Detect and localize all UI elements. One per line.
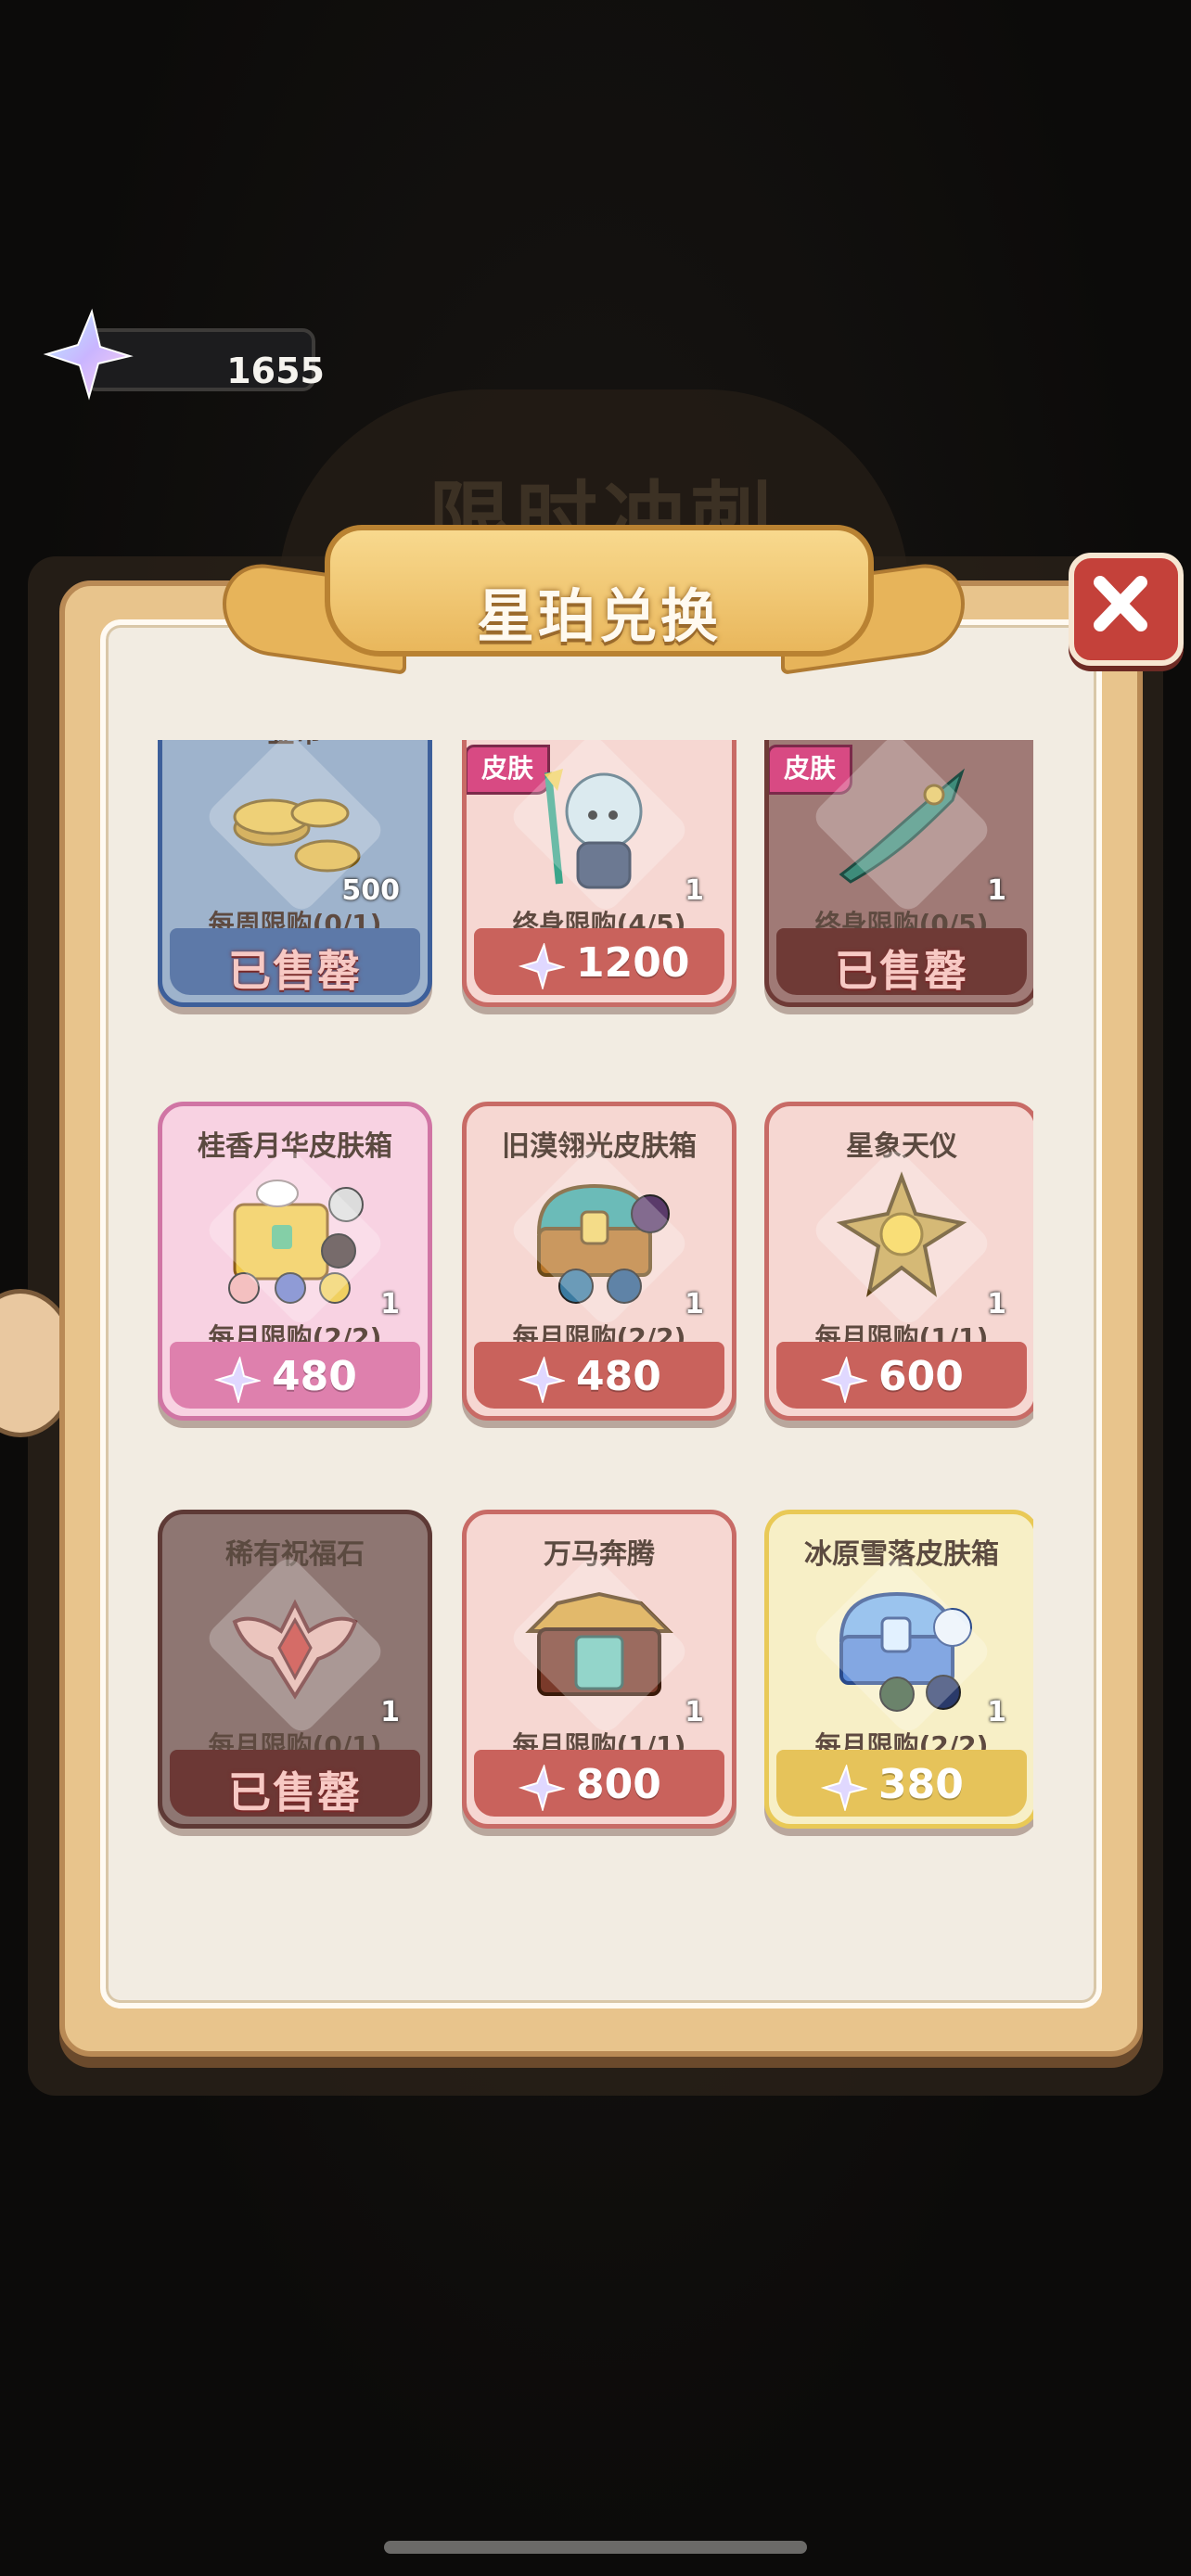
sold-out-bar: 已售罄 — [170, 1750, 420, 1817]
star-crystal-icon — [43, 308, 134, 401]
sold-out-label: 已售罄 — [228, 1767, 362, 1817]
item-quantity: 1 — [380, 1288, 400, 1320]
ribbon-body: 星珀兑换 — [325, 525, 874, 657]
ornate-chest-icon — [507, 1553, 691, 1737]
item-quantity: 1 — [685, 1696, 704, 1728]
buy-button[interactable]: 600 — [776, 1342, 1027, 1409]
star-crystal-icon — [519, 1357, 565, 1403]
ice-chest-icon — [810, 1553, 993, 1737]
buy-button[interactable]: 480 — [474, 1342, 724, 1409]
shop-item-card[interactable]: 冰原雪落皮肤箱 1 每月限购(2/2) 380 — [764, 1510, 1033, 1829]
item-price: 600 — [878, 1353, 964, 1400]
item-quantity: 1 — [685, 1288, 704, 1320]
shop-item-card[interactable]: 万马奔腾 1 每月限购(1/1) 800 — [462, 1510, 736, 1829]
gold-coins-icon — [203, 740, 387, 915]
currency-display: 1655 — [41, 308, 325, 401]
sold-out-bar: 已售罄 — [170, 928, 420, 996]
item-price: 800 — [576, 1761, 661, 1808]
treasure-chest-icon — [507, 1145, 691, 1329]
close-icon — [1094, 576, 1147, 631]
item-price: 480 — [576, 1353, 661, 1400]
star-crystal-icon — [821, 1357, 867, 1403]
weapon-skin-icon — [810, 740, 993, 915]
star-crystal-icon — [821, 1765, 867, 1811]
item-quantity: 1 — [380, 1696, 400, 1728]
item-price: 380 — [878, 1761, 964, 1808]
sold-out-label: 已售罄 — [835, 946, 968, 996]
star-crystal-icon — [519, 1765, 565, 1811]
hero-skin-icon — [507, 740, 691, 915]
item-grid: 金币 500 每周限购(0/1) 已售罄 皮肤 — [158, 740, 1033, 1892]
shop-item-card[interactable]: 金币 500 每周限购(0/1) 已售罄 — [158, 740, 432, 1007]
close-button[interactable] — [1069, 553, 1184, 666]
item-quantity: 1 — [987, 1288, 1006, 1320]
item-quantity: 1 — [987, 1696, 1006, 1728]
shop-item-card[interactable]: 皮肤 1 终身限购(0/5) 已售罄 — [764, 740, 1033, 1007]
blessing-stone-icon — [203, 1553, 387, 1737]
buy-button[interactable]: 480 — [170, 1342, 420, 1409]
sold-out-label: 已售罄 — [228, 946, 362, 996]
shop-item-card[interactable]: 星象天仪 1 每月限购(1/1) 600 — [764, 1102, 1033, 1421]
shop-item-card[interactable]: 皮肤 1 终身限购(4/5) 1200 — [462, 740, 736, 1007]
shop-item-card[interactable]: 旧漠翎光皮肤箱 1 每月限购(2/2) 480 — [462, 1102, 736, 1421]
item-price: 480 — [272, 1353, 357, 1400]
item-quantity: 500 — [341, 874, 400, 907]
panel-title: 星珀兑换 — [476, 582, 722, 650]
shop-item-card[interactable]: 桂香月华皮肤箱 1 每月限购(2/2) 480 — [158, 1102, 432, 1421]
star-crystal-icon — [214, 1357, 261, 1403]
item-quantity: 1 — [987, 874, 1006, 907]
shop-item-card[interactable]: 稀有祝福石 1 每月限购(0/1) 已售罄 — [158, 1510, 432, 1829]
home-indicator[interactable] — [384, 2541, 807, 2554]
rabbit-chest-icon — [203, 1145, 387, 1329]
title-ribbon: 星珀兑换 — [223, 506, 965, 675]
buy-button[interactable]: 800 — [474, 1750, 724, 1817]
star-crystal-icon — [519, 943, 565, 989]
item-quantity: 1 — [685, 874, 704, 907]
buy-button[interactable]: 1200 — [474, 928, 724, 995]
sold-out-bar: 已售罄 — [776, 928, 1027, 996]
currency-amount: 1655 — [226, 351, 325, 391]
item-price: 1200 — [576, 939, 690, 987]
buy-button[interactable]: 380 — [776, 1750, 1027, 1817]
astrolabe-icon — [810, 1145, 993, 1329]
